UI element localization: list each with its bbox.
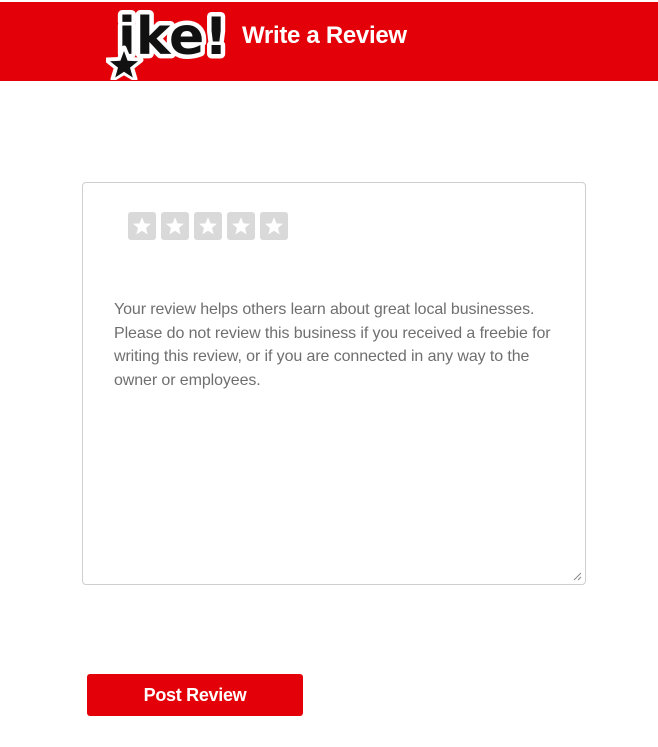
star-rating[interactable] <box>128 212 293 240</box>
resize-handle-icon[interactable] <box>572 571 582 581</box>
star-icon <box>133 217 151 235</box>
star-icon <box>166 217 184 235</box>
star-icon <box>199 217 217 235</box>
rating-star-2[interactable] <box>161 212 189 240</box>
ike-logo[interactable]: ike! ike! <box>106 2 234 80</box>
post-review-button[interactable]: Post Review <box>87 674 303 716</box>
header-bar: ike! ike! Write a Review <box>0 0 658 81</box>
star-icon <box>232 217 250 235</box>
rating-star-3[interactable] <box>194 212 222 240</box>
page-title: Write a Review <box>242 22 407 49</box>
rating-star-5[interactable] <box>260 212 288 240</box>
review-textarea[interactable]: Your review helps others learn about gre… <box>82 182 586 585</box>
star-icon <box>265 217 283 235</box>
header-top-divider <box>0 0 658 2</box>
rating-star-1[interactable] <box>128 212 156 240</box>
review-placeholder-text[interactable]: Your review helps others learn about gre… <box>114 298 554 392</box>
rating-star-4[interactable] <box>227 212 255 240</box>
